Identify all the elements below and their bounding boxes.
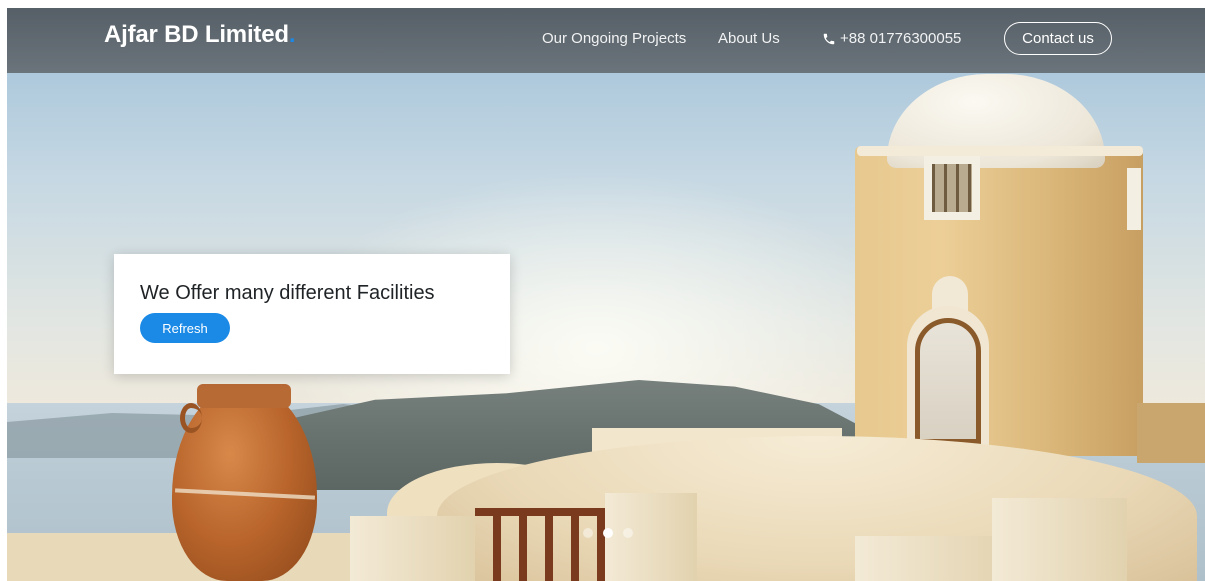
carousel-dot[interactable] [623, 528, 633, 538]
page: Ajfar BD Limited. Our Ongoing Projects A… [7, 8, 1205, 581]
carousel-dot[interactable] [583, 528, 593, 538]
phone-contact[interactable]: +88 01776300055 [822, 30, 961, 47]
caption-title: We Offer many different Facilities [140, 282, 435, 304]
tower-door [915, 318, 981, 444]
nav-link-ongoing-projects[interactable]: Our Ongoing Projects [542, 30, 686, 47]
brand-name: Ajfar BD Limited [104, 21, 289, 48]
pillar [855, 536, 1015, 581]
brand-logo[interactable]: Ajfar BD Limited. [104, 21, 296, 49]
phone-number: +88 01776300055 [840, 30, 962, 47]
contact-us-button[interactable]: Contact us [1004, 22, 1112, 55]
tower [855, 146, 1143, 456]
tower-rim [857, 146, 1143, 156]
amphora-handle [180, 403, 202, 433]
tower-window [924, 156, 980, 220]
carousel-dot-active[interactable] [603, 528, 613, 538]
phone-icon [822, 32, 836, 46]
tower-side-window [1127, 168, 1141, 230]
slide-caption-card: We Offer many different Facilities Refre… [114, 254, 510, 374]
top-navbar: Ajfar BD Limited. Our Ongoing Projects A… [7, 8, 1205, 73]
pillar [350, 516, 475, 581]
wooden-railing [475, 508, 605, 581]
pillar [992, 498, 1127, 581]
carousel-indicators [583, 528, 633, 538]
nav-link-about-us[interactable]: About Us [718, 30, 780, 47]
building-right [1137, 403, 1205, 463]
amphora-neck [197, 384, 291, 408]
refresh-button[interactable]: Refresh [140, 313, 230, 343]
brand-dot: . [288, 21, 296, 48]
